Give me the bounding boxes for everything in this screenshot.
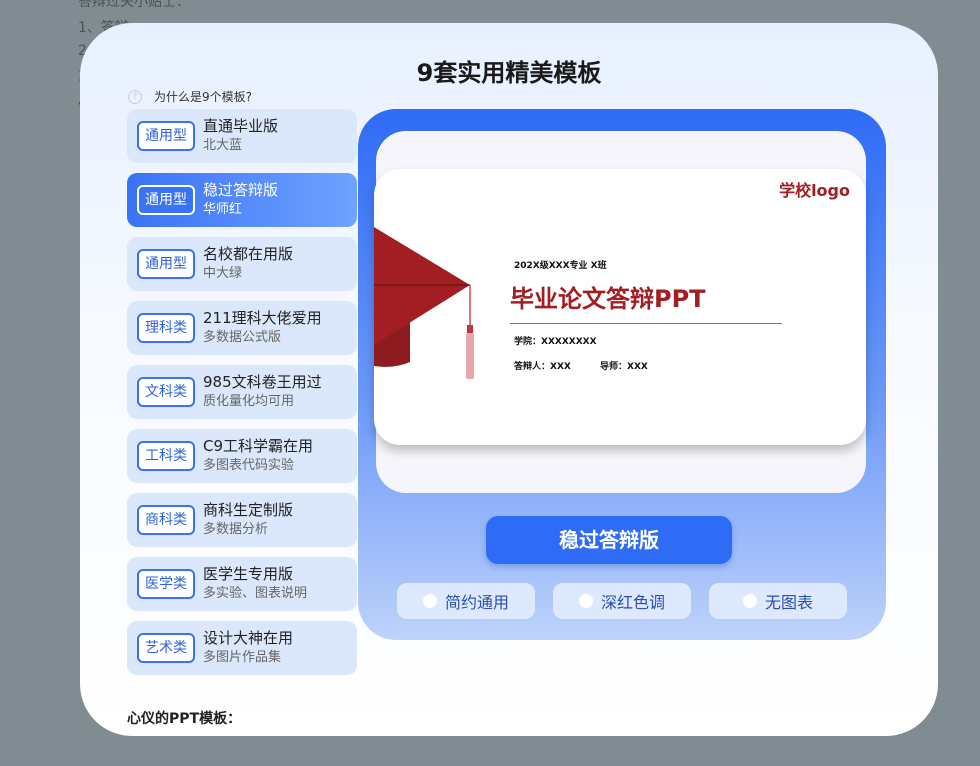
option-simple-general[interactable]: 简约通用 <box>397 583 535 619</box>
help-text: 为什么是9个模板? <box>154 90 253 104</box>
template-item-5[interactable]: 文科类 985文科卷王用过 质化量化均可用 <box>127 365 357 419</box>
template-tag: 通用型 <box>137 121 195 151</box>
template-sub: 中大绿 <box>203 266 243 281</box>
modal-title: 9套实用精美模板 <box>416 59 602 87</box>
option-dark-red[interactable]: 深红色调 <box>553 583 691 619</box>
template-sub: 多图片作品集 <box>203 650 282 665</box>
template-item-8[interactable]: 医学类 医学生专用版 多实验、图表说明 <box>127 557 357 611</box>
graduation-cap-icon <box>374 227 474 379</box>
slide-defender: 答辩人：XXX <box>514 362 571 372</box>
slide-title: 毕业论文答辩PPT <box>510 285 706 313</box>
template-sub: 多实验、图表说明 <box>203 586 308 601</box>
template-tag: 通用型 <box>137 185 195 215</box>
select-template-button[interactable]: 稳过答辩版 <box>486 516 732 564</box>
option-label: 无图表 <box>764 593 813 612</box>
template-name: 设计大神在用 <box>203 629 294 647</box>
help-link[interactable]: ? 为什么是9个模板? <box>128 88 252 105</box>
option-label: 简约通用 <box>444 593 509 612</box>
template-item-3[interactable]: 通用型 名校都在用版 中大绿 <box>127 237 357 291</box>
question-circle-icon: ? <box>128 89 142 104</box>
template-tag: 工科类 <box>137 441 195 471</box>
template-sub: 多数据公式版 <box>203 330 282 345</box>
template-tag: 商科类 <box>137 505 195 535</box>
option-no-charts[interactable]: 无图表 <box>709 583 847 619</box>
template-tag: 通用型 <box>137 249 195 279</box>
template-name: 直通毕业版 <box>203 117 279 135</box>
slide-college: 学院：XXXXXXXX <box>514 337 597 347</box>
template-sub: 华师红 <box>203 202 243 217</box>
template-item-9[interactable]: 艺术类 设计大神在用 多图片作品集 <box>127 621 357 675</box>
radio-icon <box>578 594 593 608</box>
template-sub: 北大蓝 <box>203 138 243 153</box>
template-name: 稳过答辩版 <box>203 181 279 199</box>
radio-icon <box>422 594 437 608</box>
template-tag: 医学类 <box>137 569 195 599</box>
template-item-1[interactable]: 通用型 直通毕业版北大蓝 <box>127 109 357 163</box>
template-name: 商科生定制版 <box>203 501 294 519</box>
template-name: 985文科卷王用过 <box>203 373 322 391</box>
slide-advisor: 导师：XXX <box>600 362 648 372</box>
template-sub: 多图表代码实验 <box>203 458 295 473</box>
template-name: 211理科大佬爱用 <box>203 309 322 327</box>
template-item-6[interactable]: 工科类 C9工科学霸在用 多图表代码实验 <box>127 429 357 483</box>
school-logo: 学校logo <box>779 181 850 200</box>
bg-text-line: 答辩过关小贴士： <box>78 0 190 10</box>
template-name: 医学生专用版 <box>203 565 294 583</box>
template-item-7[interactable]: 商科类 商科生定制版 多数据分析 <box>127 493 357 547</box>
template-picker-modal: 9套实用精美模板 ? 为什么是9个模板? 通用型 直通毕业版北大蓝 通用型 稳过… <box>80 23 938 736</box>
slide-class-line: 202X级XXX专业 X班 <box>514 261 607 271</box>
template-name: 名校都在用版 <box>203 245 294 263</box>
template-item-4[interactable]: 理科类 211理科大佬爱用 多数据公式版 <box>127 301 357 355</box>
option-label: 深红色调 <box>600 593 665 612</box>
slide-divider <box>510 323 782 324</box>
template-tag: 艺术类 <box>137 633 195 663</box>
template-sub: 多数据分析 <box>203 522 269 537</box>
template-tag: 理科类 <box>137 313 195 343</box>
template-sub: 质化量化均可用 <box>203 394 295 409</box>
template-name: C9工科学霸在用 <box>203 437 314 455</box>
template-item-2[interactable]: 通用型 稳过答辩版华师红 <box>127 173 357 227</box>
template-preview-panel: 学校logo 202X级XXX专业 X班 毕业论文答辩PPT 学院：XXXXXX… <box>358 109 886 640</box>
favorite-template-label: 心仪的PPT模板： <box>127 711 242 727</box>
preview-slide: 学校logo 202X级XXX专业 X班 毕业论文答辩PPT 学院：XXXXXX… <box>374 169 866 445</box>
radio-icon <box>742 594 757 608</box>
template-tag: 文科类 <box>137 377 195 407</box>
